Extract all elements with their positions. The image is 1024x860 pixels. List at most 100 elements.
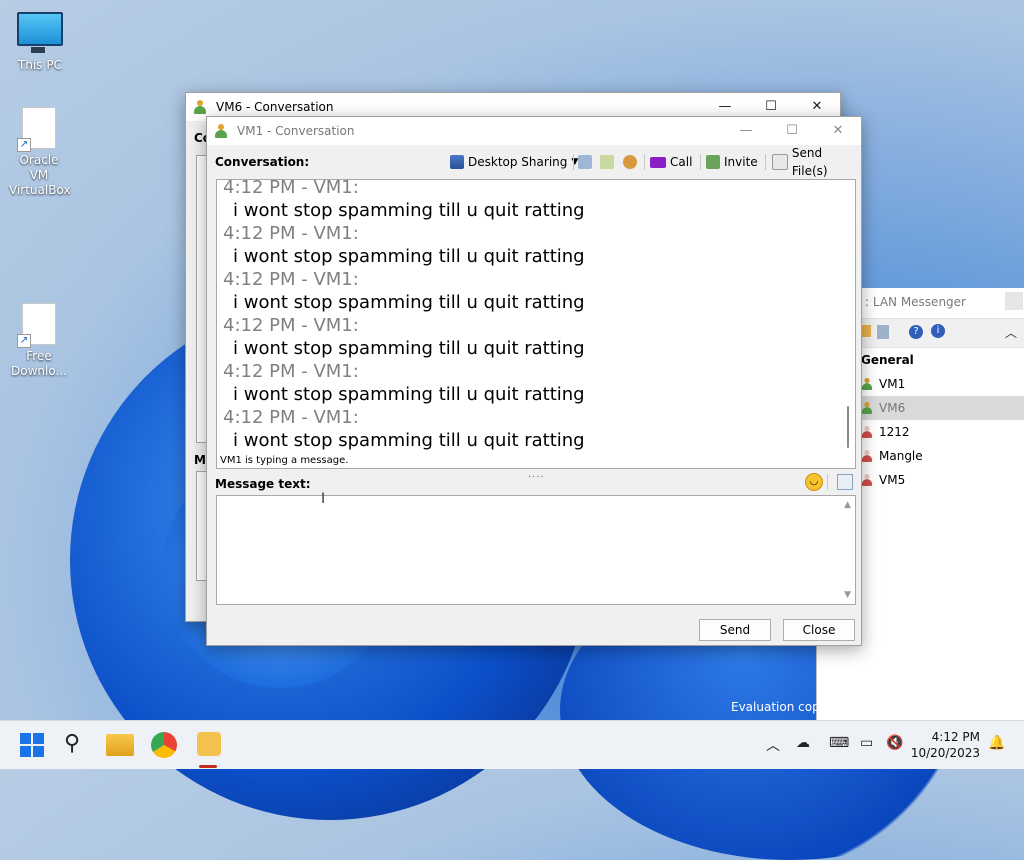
contact-item[interactable]: VM1 [861,372,1024,396]
history-icon [578,155,592,169]
scrollbar-thumb[interactable] [847,406,849,448]
notes-icon[interactable] [877,325,889,339]
message-timestamp: 4:12 PM - VM1: [223,223,359,244]
contact-item[interactable]: VM5 [861,468,1024,492]
font-icon[interactable] [837,474,853,490]
message-input[interactable]: ▲ ▼ [216,495,856,605]
toolbar-separator [573,154,574,170]
user-busy-icon [861,426,873,438]
toolbar-separator [765,154,766,170]
contact-item[interactable]: 1212 [861,420,1024,444]
user-busy-icon [861,474,873,486]
window-title: VM1 - Conversation [237,124,355,138]
call-label: Call [670,155,693,169]
add-user-icon [706,155,720,169]
send-files-button[interactable]: Send File(s) [772,146,861,178]
network-icon[interactable]: ▭ [860,735,873,751]
contact-name: Mangle [879,449,923,463]
monitor-icon [17,12,63,53]
contact-item-selected[interactable]: VM6 [861,396,1024,420]
volume-muted-icon[interactable]: 🔇 [886,735,903,751]
conversation-pane[interactable]: 4:12 PM - VM1: i wont stop spamming till … [216,179,856,469]
message: 4:12 PM - VM1: i wont stop spamming till … [223,222,837,268]
desktop-icon-free-download[interactable]: ↗ Free Downlo... [1,303,77,379]
contact-name: VM1 [879,377,906,391]
user-icon [215,124,229,138]
message-text: i wont stop spamming till u quit ratting [233,200,585,221]
title-bar[interactable]: VM1 - Conversation — ☐ ✕ [207,117,861,145]
group-header[interactable]: General [861,353,914,367]
desktop-sharing-button[interactable]: Desktop Sharing ▼ [450,153,578,171]
file-shortcut-icon: ↗ [17,107,56,152]
message-textarea[interactable] [217,496,841,604]
transfers-button[interactable] [600,153,614,171]
user-busy-icon [861,450,873,462]
message: 4:12 PM - VM1: i wont stop spamming till … [223,406,837,452]
message-text-label: Message text: [215,477,311,491]
splitter-handle[interactable]: .... [528,469,545,480]
message: 4:12 PM - VM1: i wont stop spamming till … [223,268,837,314]
file-explorer-icon[interactable] [106,734,134,756]
desktop-icon-this-pc[interactable]: This PC [2,12,78,73]
message-text: i wont stop spamming till u quit ratting [233,430,585,451]
message-list: 4:12 PM - VM1: i wont stop spamming till … [223,179,837,452]
info-icon[interactable]: i [931,324,945,338]
desktop-icon-virtualbox[interactable]: ↗ Oracle VM VirtualBox [1,107,77,198]
message-timestamp: 4:12 PM - VM1: [223,315,359,336]
status-icon[interactable] [861,325,871,337]
vertical-scrollbar[interactable] [841,180,855,468]
call-button[interactable]: Call [650,153,692,171]
close-button[interactable] [1005,292,1023,310]
chevron-up-icon[interactable]: ︿ [766,735,780,755]
help-icon[interactable]: ? [909,325,923,339]
scroll-up-icon[interactable]: ▲ [844,500,851,510]
user-online-icon [861,402,873,414]
send-file-icon [772,154,788,170]
clock[interactable]: 4:12 PM 10/20/2023 [911,729,980,761]
scroll-down-icon[interactable]: ▼ [844,590,851,600]
message-text: i wont stop spamming till u quit ratting [233,246,585,267]
user-online-icon [861,378,873,390]
keyboard-icon[interactable]: ⌨ [829,735,849,751]
send-files-label: Send File(s) [791,146,828,178]
invite-button[interactable]: Invite [706,153,758,171]
chevron-up-icon[interactable]: ︿ [1005,324,1017,341]
typing-status: VM1 is typing a message. [220,455,349,466]
desktop-icon-label: Free Downlo... [11,349,67,378]
message: 4:12 PM - VM1: i wont stop spamming till … [223,179,837,222]
message-timestamp: 4:12 PM - VM1: [223,407,359,428]
text-cursor-icon: I [321,491,326,507]
send-button[interactable]: Send [699,619,771,641]
lan-messenger-icon[interactable] [197,732,221,756]
start-button[interactable] [20,733,44,757]
search-icon[interactable]: ⚲ [64,731,80,756]
contact-name: VM6 [879,401,906,415]
emoticon-button[interactable]: ◡ [805,473,823,491]
desktop-icon-label: This PC [18,58,62,72]
message-timestamp: 4:12 PM - VM1: [223,179,359,198]
contact-item[interactable]: Mangle [861,444,1024,468]
window-title: : LAN Messenger [865,295,966,309]
user-icon [194,100,208,114]
close-button[interactable]: ✕ [815,117,861,145]
gear-icon [623,155,637,169]
toolbar-separator [700,154,701,170]
window-title: VM6 - Conversation [216,100,334,114]
desktop-icon-label: Oracle VM VirtualBox [9,153,71,197]
transfers-icon [600,155,614,169]
vm1-conversation-window[interactable]: VM1 - Conversation — ☐ ✕ Conversation: D… [206,116,862,646]
desktop-sharing-icon [450,155,464,169]
chrome-icon[interactable] [151,732,177,758]
desktop-sharing-label: Desktop Sharing [468,155,568,169]
minimize-button[interactable]: — [723,117,769,145]
file-shortcut-icon: ↗ [17,303,56,348]
close-button[interactable]: Close [783,619,855,641]
maximize-button[interactable]: ☐ [769,117,815,145]
conversation-toolbar: Conversation: Desktop Sharing ▼ Call Inv… [207,146,861,178]
invite-label: Invite [724,155,758,169]
history-button[interactable] [578,153,592,171]
message: 4:12 PM - VM1: i wont stop spamming till … [223,360,837,406]
settings-button[interactable] [623,153,637,171]
notification-bell-icon[interactable]: 🔔 [988,735,1005,751]
onedrive-icon[interactable]: ☁ [796,735,810,751]
